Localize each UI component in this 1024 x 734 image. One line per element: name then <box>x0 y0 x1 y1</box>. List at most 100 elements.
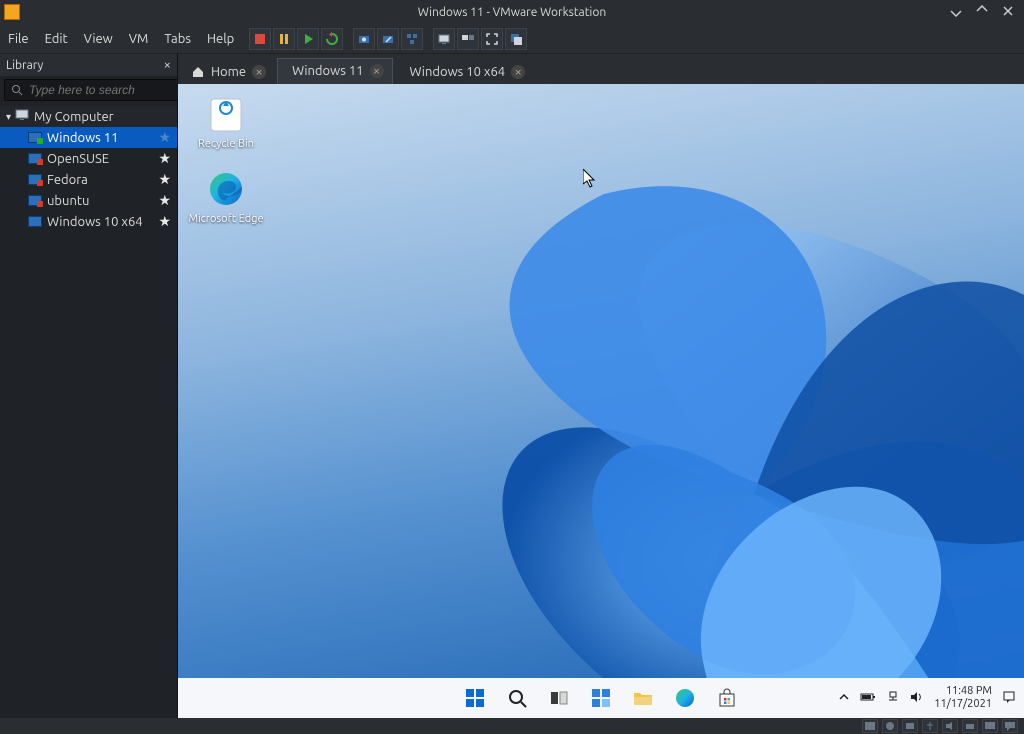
tab-close-button[interactable]: × <box>252 65 266 79</box>
wallpaper-bloom <box>304 144 1024 718</box>
tree-item-label: OpenSUSE <box>47 152 109 166</box>
tree-item-label: ubuntu <box>47 194 89 208</box>
favorite-icon[interactable]: ★ <box>158 192 171 209</box>
tree-item-label: Fedora <box>47 173 88 187</box>
favorite-icon[interactable]: ★ <box>158 150 171 167</box>
status-net-icon[interactable] <box>902 719 918 733</box>
menu-toolbar-row: File Edit View VM Tabs Help <box>0 24 1024 54</box>
menu-bar: File Edit View VM Tabs Help <box>0 32 242 46</box>
tree-item-label: Windows 11 <box>47 131 118 145</box>
menu-tabs[interactable]: Tabs <box>156 32 199 46</box>
tab-label: Windows 10 x64 <box>410 65 506 79</box>
tray-notifications-icon[interactable] <box>1002 690 1016 707</box>
recycle-bin-icon <box>204 92 248 136</box>
library-sidebar: Library × ▾ My Computer Windows 11 ★ <box>0 54 178 718</box>
thumbnail-button[interactable] <box>457 28 479 50</box>
taskbar-explorer-button[interactable] <box>631 686 655 710</box>
vmware-device-status-bar <box>0 718 1024 734</box>
search-icon <box>11 84 23 96</box>
edge-icon <box>204 167 248 211</box>
tab-home[interactable]: Home × <box>182 58 275 84</box>
tree-item-windows-11[interactable]: Windows 11 ★ <box>0 127 177 148</box>
taskbar-edge-button[interactable] <box>673 686 697 710</box>
taskbar-start-button[interactable] <box>463 686 487 710</box>
taskbar-store-button[interactable] <box>715 686 739 710</box>
show-console-button[interactable] <box>433 28 455 50</box>
pause-button[interactable] <box>273 28 295 50</box>
tray-chevron-icon[interactable] <box>838 691 850 706</box>
tree-item-windows-10[interactable]: Windows 10 x64 ★ <box>0 211 177 232</box>
favorite-icon[interactable]: ★ <box>158 129 171 146</box>
guest-desktop[interactable]: Recycle Bin Microsoft Edge <box>178 84 1024 718</box>
tree-item-opensuse[interactable]: OpenSUSE ★ <box>0 148 177 169</box>
taskbar-search-button[interactable] <box>505 686 529 710</box>
play-button[interactable] <box>297 28 319 50</box>
tray-time: 11:48 PM <box>934 685 992 698</box>
library-header: Library × <box>0 54 177 76</box>
fullscreen-button[interactable] <box>481 28 503 50</box>
taskbar-taskview-button[interactable] <box>547 686 571 710</box>
window-title: Windows 11 - VMware Workstation <box>0 6 1024 19</box>
status-cd-icon[interactable] <box>882 719 898 733</box>
tray-clock[interactable]: 11:48 PM 11/17/2021 <box>934 685 992 710</box>
power-off-button[interactable] <box>249 28 271 50</box>
tab-label: Windows 11 <box>292 64 363 78</box>
status-printer-icon[interactable] <box>962 719 978 733</box>
snapshot-button[interactable] <box>353 28 375 50</box>
cursor-icon <box>583 169 597 189</box>
restart-button[interactable] <box>321 28 343 50</box>
tab-windows-10[interactable]: Windows 10 x64 × <box>395 58 535 84</box>
desktop-icon-label: Microsoft Edge <box>188 213 264 226</box>
tree-root-label: My Computer <box>34 110 114 124</box>
menu-view[interactable]: View <box>76 32 121 46</box>
status-display-icon[interactable] <box>982 719 998 733</box>
vm-icon <box>28 174 42 185</box>
snapshot-manager-button[interactable] <box>401 28 423 50</box>
desktop-icon-label: Recycle Bin <box>188 138 264 151</box>
library-search-row <box>0 76 177 104</box>
menu-edit[interactable]: Edit <box>37 32 76 46</box>
tree-item-ubuntu[interactable]: ubuntu ★ <box>0 190 177 211</box>
vm-tabs: Home × Windows 11 × Windows 10 x64 × <box>178 54 1024 84</box>
tray-network-icon[interactable] <box>886 691 900 706</box>
revert-snapshot-button[interactable] <box>377 28 399 50</box>
vm-icon <box>28 132 42 143</box>
favorite-icon[interactable]: ★ <box>158 213 171 230</box>
content-area: Home × Windows 11 × Windows 10 x64 × <box>178 54 1024 718</box>
vm-icon <box>28 153 42 164</box>
tree-root-my-computer[interactable]: ▾ My Computer <box>0 106 177 127</box>
library-search-box[interactable] <box>4 79 195 101</box>
menu-file[interactable]: File <box>0 32 37 46</box>
taskbar-widgets-button[interactable] <box>589 686 613 710</box>
tab-label: Home <box>211 65 246 79</box>
toolbar <box>248 28 528 50</box>
desktop-icon-recycle-bin[interactable]: Recycle Bin <box>188 92 264 151</box>
favorite-icon[interactable]: ★ <box>158 171 171 188</box>
monitor-icon <box>15 109 29 124</box>
desktop-icons: Recycle Bin Microsoft Edge <box>188 92 264 241</box>
tray-volume-icon[interactable] <box>910 691 924 706</box>
library-tree: ▾ My Computer Windows 11 ★ OpenSUSE ★ Fe… <box>0 104 177 232</box>
tab-windows-11[interactable]: Windows 11 × <box>277 58 392 84</box>
tree-item-fedora[interactable]: Fedora ★ <box>0 169 177 190</box>
status-usb-icon[interactable] <box>922 719 938 733</box>
status-message-icon[interactable] <box>1002 719 1018 733</box>
library-close-button[interactable]: × <box>164 58 171 72</box>
desktop-icon-edge[interactable]: Microsoft Edge <box>188 167 264 226</box>
tab-close-button[interactable]: × <box>511 65 525 79</box>
tab-close-button[interactable]: × <box>370 64 384 78</box>
status-disk-icon[interactable] <box>862 719 878 733</box>
status-sound-icon[interactable] <box>942 719 958 733</box>
title-bar: Windows 11 - VMware Workstation <box>0 0 1024 24</box>
vm-icon <box>28 195 42 206</box>
menu-vm[interactable]: VM <box>121 32 157 46</box>
library-search-input[interactable] <box>27 82 188 98</box>
home-icon <box>191 65 205 79</box>
caret-down-icon: ▾ <box>6 111 11 123</box>
unity-button[interactable] <box>505 28 527 50</box>
tray-battery-icon[interactable] <box>860 691 876 706</box>
guest-taskbar: 11:48 PM 11/17/2021 <box>178 678 1024 718</box>
library-title: Library <box>6 59 43 72</box>
menu-help[interactable]: Help <box>199 32 242 46</box>
vm-icon <box>28 216 42 227</box>
